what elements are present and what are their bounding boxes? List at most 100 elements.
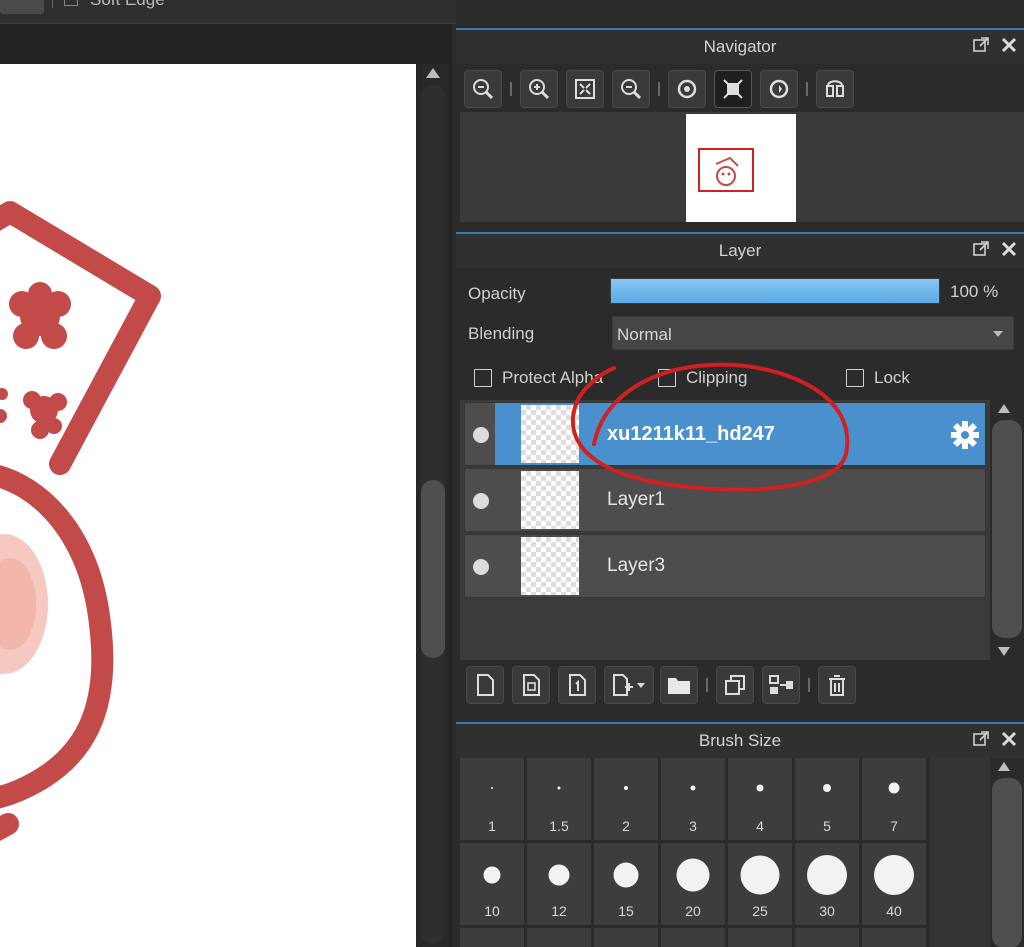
scroll-thumb[interactable] — [992, 778, 1022, 947]
brush-size-cell[interactable]: 3 — [661, 758, 725, 840]
new-layer-icon — [477, 674, 494, 696]
scroll-down-arrow-icon[interactable] — [998, 647, 1010, 656]
close-icon[interactable] — [1000, 730, 1018, 748]
opacity-label: Opacity — [468, 284, 526, 303]
popout-icon[interactable] — [972, 36, 990, 54]
sketch-artwork — [0, 201, 161, 842]
flip-button[interactable] — [816, 70, 854, 108]
layer-row[interactable]: Layer3 — [464, 534, 986, 598]
zoom-fit-button[interactable] — [464, 70, 502, 108]
checkbox-box[interactable] — [474, 369, 492, 387]
rotate-right-icon — [769, 79, 789, 99]
brush-dot — [624, 786, 628, 790]
brush-size-label: 20 — [685, 903, 701, 919]
new-1bit-layer-button[interactable] — [558, 666, 596, 704]
brush-size-cell[interactable] — [460, 928, 524, 947]
new-folder-button[interactable] — [660, 666, 698, 704]
popout-icon[interactable] — [972, 730, 990, 748]
brush-size-cell[interactable] — [862, 928, 926, 947]
navigator-view-rect[interactable] — [698, 148, 754, 192]
opacity-slider[interactable] — [610, 278, 940, 304]
brush-size-label: 15 — [618, 903, 634, 919]
blending-label: Blending — [468, 324, 535, 343]
flip-icon — [826, 80, 844, 97]
brush-size-cell[interactable]: 40 — [862, 843, 926, 925]
divider — [510, 82, 512, 96]
navigator-toolbar — [456, 64, 1024, 112]
brush-size-cell[interactable]: 25 — [728, 843, 792, 925]
zoom-in-button[interactable] — [520, 70, 558, 108]
brush-size-cell[interactable] — [661, 928, 725, 947]
rotate-right-button[interactable] — [760, 70, 798, 108]
app-window: Soft Edge — [0, 0, 1024, 947]
brush-size-cell[interactable] — [795, 928, 859, 947]
brush-size-cell[interactable]: 2 — [594, 758, 658, 840]
brush-size-label: 10 — [484, 903, 500, 919]
brush-size-cell[interactable] — [527, 928, 591, 947]
scroll-thumb[interactable] — [992, 420, 1022, 638]
soft-edge-checkbox[interactable] — [64, 0, 78, 6]
visibility-dot-icon[interactable] — [473, 427, 489, 443]
brush-size-cell[interactable]: 20 — [661, 843, 725, 925]
brush-size-label: 40 — [886, 903, 902, 919]
canvas-area — [0, 24, 452, 947]
layer-list: xu1211k11_hd247 Layer1 Layer3 — [460, 362, 990, 660]
navigator-preview[interactable] — [460, 112, 1024, 222]
brush-size-cell[interactable]: 15 — [594, 843, 658, 925]
actual-size-icon — [723, 79, 743, 99]
scroll-up-arrow-icon[interactable] — [998, 404, 1010, 413]
close-icon[interactable] — [1000, 36, 1018, 54]
brush-dot — [756, 784, 764, 792]
scroll-up-arrow-icon[interactable] — [426, 68, 440, 78]
zoom-out-button[interactable] — [612, 70, 650, 108]
scroll-thumb[interactable] — [421, 480, 445, 658]
annotation-circle — [570, 362, 850, 492]
visibility-dot-icon[interactable] — [473, 559, 489, 575]
visibility-dot-icon[interactable] — [473, 493, 489, 509]
divider — [52, 0, 53, 8]
brush-size-panel-header: Brush Size — [456, 722, 1024, 758]
brush-size-cell[interactable]: 10 — [460, 843, 524, 925]
add-layer-icon — [613, 674, 645, 696]
merge-layer-button[interactable] — [762, 666, 800, 704]
brush-size-scrollbar[interactable] — [990, 758, 1022, 947]
duplicate-layer-button[interactable] — [716, 666, 754, 704]
brush-size-cell[interactable]: 1 — [460, 758, 524, 840]
tool-option-button[interactable] — [0, 0, 44, 14]
1bit-layer-icon — [569, 674, 586, 696]
brush-size-cell[interactable]: 30 — [795, 843, 859, 925]
navigator-panel-header: Navigator — [456, 28, 1024, 64]
brush-size-cell[interactable]: 7 — [862, 758, 926, 840]
brush-size-label: 3 — [689, 818, 697, 834]
brush-size-cell[interactable]: 12 — [527, 843, 591, 925]
close-icon[interactable] — [1000, 240, 1018, 258]
gear-icon[interactable] — [949, 419, 981, 451]
brush-size-cell[interactable] — [728, 928, 792, 947]
brush-dot — [548, 864, 570, 886]
canvas-vertical-scrollbar[interactable] — [417, 64, 449, 947]
add-layer-menu-button[interactable] — [604, 666, 654, 704]
rotate-left-button[interactable] — [668, 70, 706, 108]
new-layer-button[interactable] — [466, 666, 504, 704]
delete-layer-button[interactable] — [818, 666, 856, 704]
actual-size-button[interactable] — [714, 70, 752, 108]
brush-size-label: 1.5 — [549, 818, 569, 834]
new-halftone-layer-button[interactable] — [512, 666, 550, 704]
brush-size-cell[interactable]: 5 — [795, 758, 859, 840]
drawing-canvas[interactable] — [0, 64, 416, 947]
divider — [706, 678, 708, 692]
brush-dot — [483, 866, 501, 884]
brush-dot — [874, 855, 914, 895]
popout-icon[interactable] — [972, 240, 990, 258]
scroll-up-arrow-icon[interactable] — [998, 762, 1010, 771]
layer-panel-header: Layer — [456, 232, 1024, 268]
brush-size-cell[interactable]: 4 — [728, 758, 792, 840]
blending-value: Normal — [617, 325, 672, 344]
brush-size-label: 30 — [819, 903, 835, 919]
chevron-down-icon — [993, 331, 1003, 337]
brush-size-cell[interactable]: 1.5 — [527, 758, 591, 840]
brush-size-cell[interactable] — [594, 928, 658, 947]
layer-list-scrollbar[interactable] — [990, 400, 1022, 660]
fit-screen-button[interactable] — [566, 70, 604, 108]
trash-icon — [829, 675, 845, 696]
